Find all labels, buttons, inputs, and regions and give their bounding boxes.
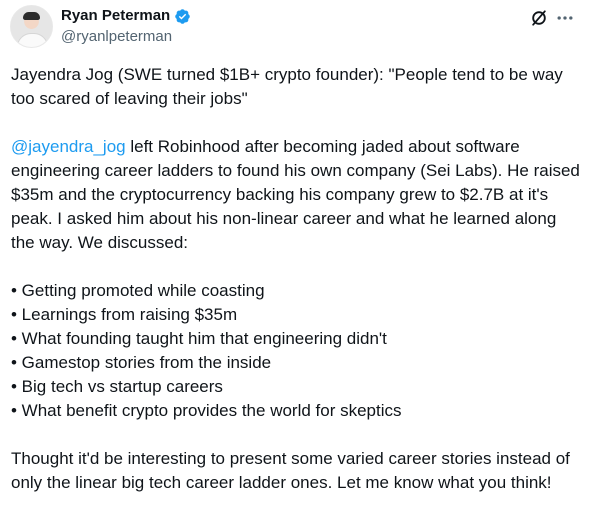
topic-list-item: • What benefit crypto provides the world… [11,401,402,420]
topic-list-item: • Big tech vs startup careers [11,377,223,396]
topic-list: • Getting promoted while coasting • Lear… [11,279,583,423]
more-icon[interactable] [555,8,575,28]
author-handle[interactable]: @ryanlpeterman [61,28,172,46]
author-name-row: Ryan Peterman [61,7,191,25]
avatar[interactable] [10,5,53,48]
topic-list-item: • Learnings from raising $35m [11,305,238,324]
tweet-closing: Thought it'd be interesting to present s… [11,449,570,492]
topic-list-item: • What founding taught him that engineer… [11,329,387,348]
grok-icon[interactable] [529,8,549,28]
mention-link[interactable]: @jayendra_jog [11,137,126,156]
verified-badge-icon [175,8,190,24]
topic-list-item: • Gamestop stories from the inside [11,353,272,372]
tweet-headline: Jayendra Jog (SWE turned $1B+ crypto fou… [11,65,563,108]
topic-list-item: • Getting promoted while coasting [11,281,265,300]
tweet-intro: @jayendra_jog left Robinhood after becom… [11,135,583,255]
tweet-body: Jayendra Jog (SWE turned $1B+ crypto fou… [11,63,583,495]
avatar-hair [23,12,40,20]
tweet: Ryan Peterman @ryanlpeterman Jayendra Jo… [0,0,589,521]
avatar-shirt [17,33,48,47]
author-display-name[interactable]: Ryan Peterman [61,7,170,25]
